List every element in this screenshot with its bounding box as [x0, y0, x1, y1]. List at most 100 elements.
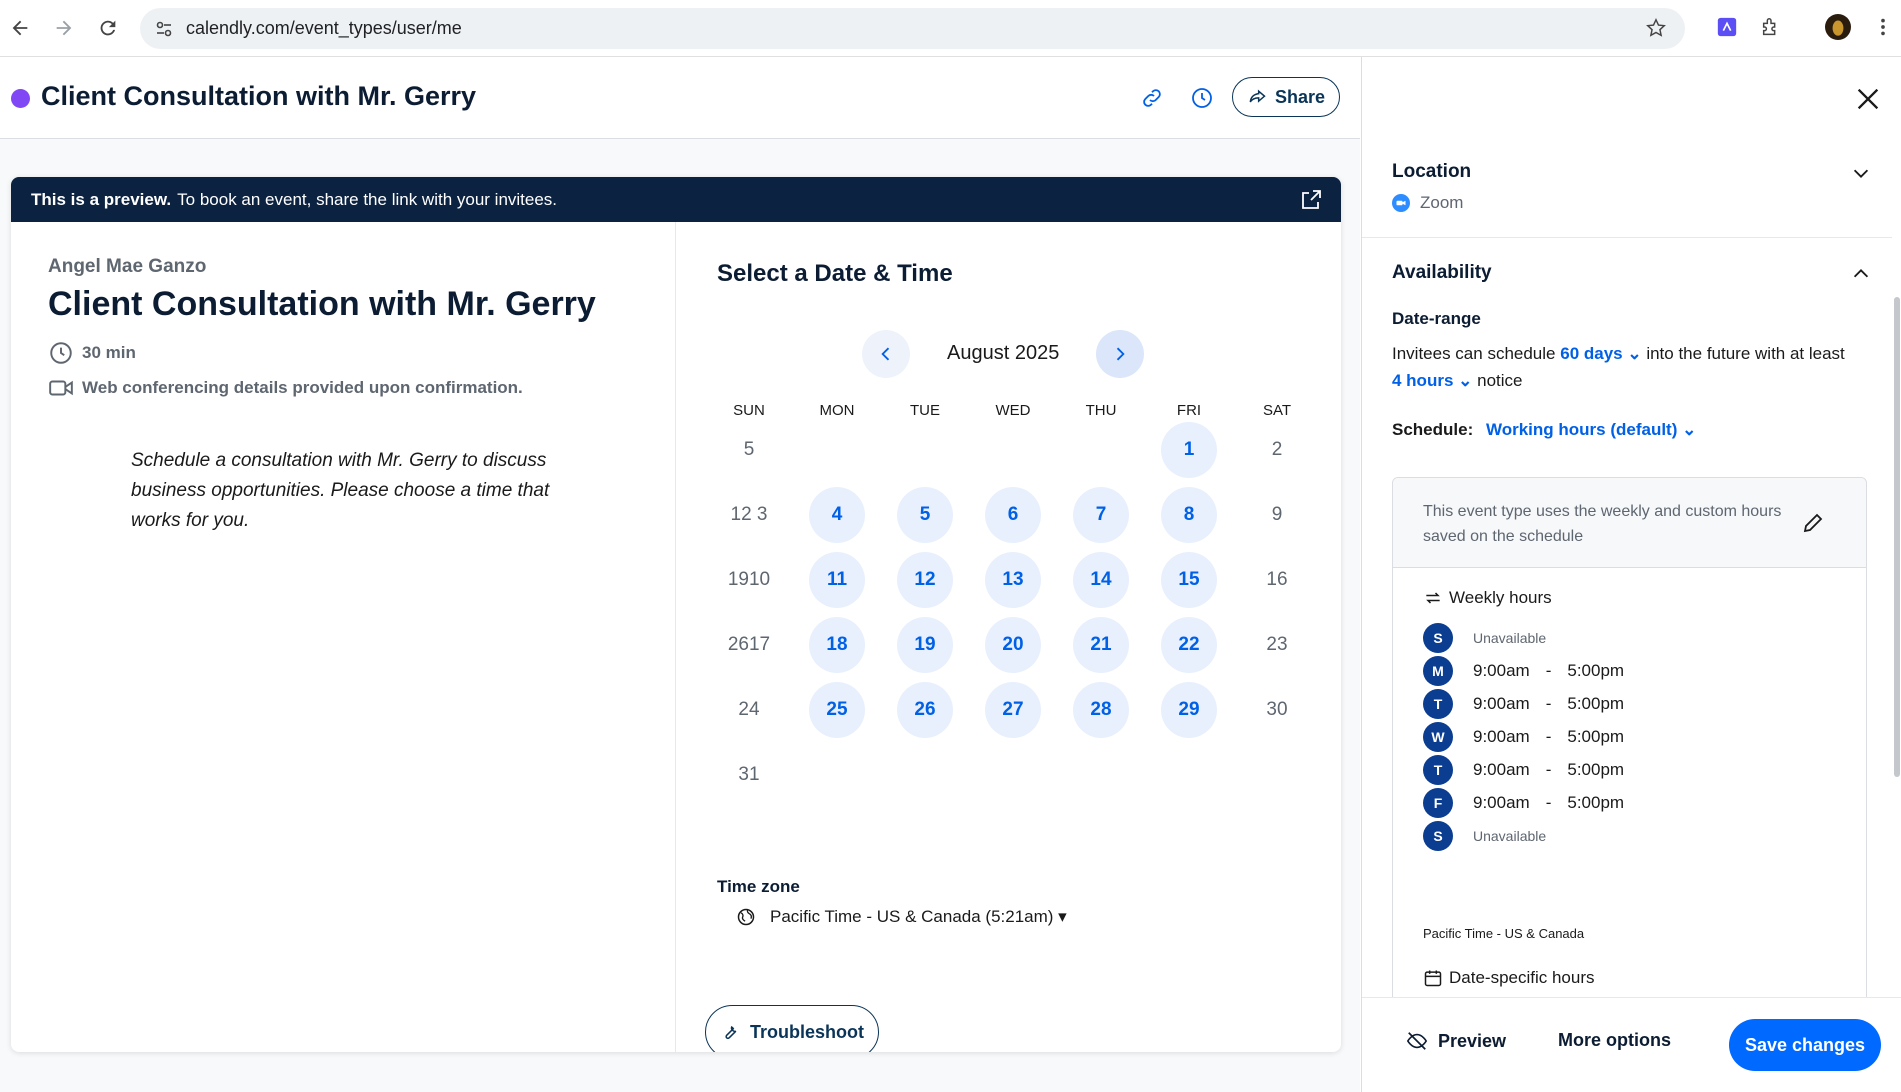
time-separator: -	[1545, 727, 1552, 746]
site-settings-icon[interactable]	[154, 19, 174, 39]
available-date-button[interactable]: 7	[1073, 487, 1129, 543]
available-date-button[interactable]: 26	[897, 682, 953, 738]
edit-pencil-icon[interactable]	[1801, 511, 1825, 535]
timezone-select[interactable]: Pacific Time - US & Canada (5:21am) ▾	[736, 907, 1067, 927]
url-text[interactable]: calendly.com/event_types/user/me	[186, 18, 462, 39]
available-date-button[interactable]: 20	[985, 617, 1041, 673]
available-date-button[interactable]: 5	[897, 487, 953, 543]
weekly-hours-row: T 9:00am -5:00pm	[1423, 755, 1624, 785]
date-range-line-1: Invitees can schedule 60 days ⌄ into the…	[1392, 344, 1845, 364]
available-date-button[interactable]: 21	[1073, 617, 1129, 673]
available-date-button[interactable]: 14	[1073, 552, 1129, 608]
range-suffix: notice	[1477, 371, 1523, 390]
prev-month-button[interactable]	[862, 330, 910, 378]
forward-icon[interactable]	[46, 10, 82, 46]
date-time-pane: Select a Date & Time August 2025 SUN MON T…	[676, 222, 1341, 1052]
available-date-button[interactable]: 12	[897, 552, 953, 608]
video-camera-icon	[49, 380, 73, 396]
available-date-button[interactable]: 25	[809, 682, 865, 738]
availability-title[interactable]: Availability	[1392, 262, 1492, 284]
range-hours-dropdown[interactable]: 4 hours ⌄	[1392, 371, 1472, 390]
location-title[interactable]: Location	[1392, 161, 1471, 183]
available-date-button[interactable]: 19	[897, 617, 953, 673]
select-date-title: Select a Date & Time	[717, 260, 953, 287]
available-date-button[interactable]: 13	[985, 552, 1041, 608]
clock-icon	[50, 342, 72, 364]
schedule-dropdown[interactable]: Working hours (default) ⌄	[1486, 420, 1696, 439]
preview-label: Preview	[1438, 1030, 1507, 1051]
history-icon[interactable]	[1188, 84, 1216, 112]
next-month-button[interactable]	[1096, 330, 1144, 378]
available-date-button[interactable]: 18	[809, 617, 865, 673]
profile-avatar[interactable]	[1825, 14, 1851, 40]
weekday-label: WED	[995, 402, 1031, 419]
save-changes-label: Save changes	[1744, 1034, 1866, 1055]
event-description: Schedule a consultation with Mr. Gerry t…	[131, 450, 550, 531]
range-days-dropdown[interactable]: 60 days ⌄	[1560, 344, 1641, 363]
calendar-icon	[1424, 970, 1442, 987]
more-options-label: More options	[1558, 1030, 1671, 1050]
available-date-button[interactable]: 6	[985, 487, 1041, 543]
weekday-label: SAT	[1262, 402, 1292, 419]
timezone-value: Pacific Time - US & Canada (5:21am) ▾	[770, 907, 1067, 926]
weekly-hours-title: Weekly hours	[1449, 588, 1552, 607]
weekly-hours-row: S Unavailable	[1423, 623, 1546, 653]
available-date-button[interactable]: 28	[1073, 682, 1129, 738]
day-badge: T	[1423, 689, 1453, 719]
share-label: Share	[1274, 86, 1326, 107]
preview-button[interactable]: Preview	[1406, 1030, 1506, 1052]
available-date-button[interactable]: 29	[1161, 682, 1217, 738]
bookmark-star-icon[interactable]	[1645, 17, 1667, 39]
weekly-hours-header: Weekly hours	[1423, 588, 1552, 608]
address-bar[interactable]: calendly.com/event_types/user/me	[140, 8, 1685, 49]
open-external-icon[interactable]	[1299, 188, 1323, 212]
available-date-button[interactable]: 15	[1161, 552, 1217, 608]
weekly-hours-row: T 9:00am -5:00pm	[1423, 689, 1624, 719]
available-date-button[interactable]: 22	[1161, 617, 1217, 673]
extension-icon[interactable]	[1714, 14, 1740, 40]
calendar-date: 2	[1271, 439, 1283, 460]
globe-icon	[737, 908, 755, 926]
event-name: Client Consultation with Mr. Gerry	[48, 285, 596, 323]
available-date-button[interactable]: 11	[809, 552, 865, 608]
weekly-hours-row: S Unavailable	[1423, 821, 1546, 851]
date-specific-header: Date-specific hours	[1423, 968, 1595, 988]
reload-icon[interactable]	[90, 10, 126, 46]
start-time: 9:00am	[1473, 694, 1530, 713]
troubleshoot-button[interactable]: Troubleshoot	[705, 1005, 879, 1052]
date-range-title: Date-range	[1392, 309, 1481, 328]
event-color-dot	[11, 89, 30, 108]
conferencing-row: Web conferencing details provided upon c…	[48, 375, 523, 401]
schedule-note: This event type uses the weekly and cust…	[1423, 503, 1782, 545]
time-separator: -	[1545, 760, 1552, 779]
chevron-up-icon[interactable]	[1850, 263, 1872, 285]
unavailable-text: Unavailable	[1473, 630, 1547, 646]
close-icon[interactable]	[1854, 85, 1882, 113]
share-button[interactable]: Share	[1232, 77, 1340, 117]
available-date-button[interactable]: 1	[1161, 422, 1217, 478]
range-days-value: 60 days	[1560, 344, 1623, 363]
browser-toolbar: calendly.com/event_types/user/me	[0, 0, 1901, 57]
chevron-down-icon[interactable]	[1850, 162, 1872, 184]
browser-menu-icon[interactable]	[1870, 14, 1896, 40]
available-date-button[interactable]: 8	[1161, 487, 1217, 543]
weekday-label: TUE	[910, 402, 940, 419]
start-time: 9:00am	[1473, 793, 1530, 812]
puzzle-extensions-icon[interactable]	[1758, 14, 1784, 40]
end-time: 5:00pm	[1567, 694, 1625, 713]
available-date-button[interactable]: 4	[809, 487, 865, 543]
more-options-button[interactable]: More options	[1558, 1030, 1671, 1051]
troubleshoot-label: Troubleshoot	[750, 1021, 864, 1042]
back-icon[interactable]	[2, 10, 38, 46]
preview-banner-text: To book an event, share the link with yo…	[177, 189, 558, 209]
schedule-value: Working hours (default)	[1485, 420, 1678, 439]
sidebar-scrollbar[interactable]	[1894, 297, 1900, 777]
chevron-left-icon	[881, 347, 890, 361]
start-time: 9:00am	[1473, 760, 1530, 779]
weekday-label: THU	[1085, 402, 1117, 419]
copy-link-icon[interactable]	[1138, 84, 1166, 112]
save-changes-button[interactable]: Save changes	[1729, 1019, 1881, 1071]
available-date-button[interactable]: 27	[985, 682, 1041, 738]
booking-preview-card: This is a preview. To book an event, sha…	[11, 177, 1341, 1052]
event-details-pane: Angel Mae Ganzo Client Consultation with…	[11, 222, 676, 1052]
